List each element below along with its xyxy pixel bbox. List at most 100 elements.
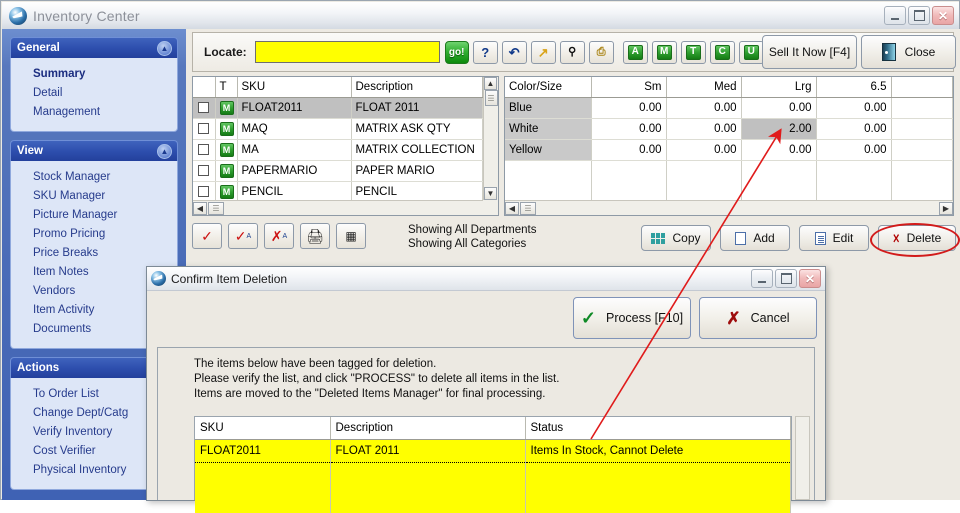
edit-button[interactable]: Edit	[799, 225, 869, 251]
matrix-cell[interactable]	[891, 98, 953, 119]
matrix-cell[interactable]	[891, 119, 953, 140]
copy-button[interactable]: Copy	[641, 225, 711, 251]
delete-button[interactable]: ☓ Delete	[878, 225, 956, 251]
matrix-col-sm[interactable]: Sm	[591, 77, 666, 98]
table-row[interactable]: M MAQ MATRIX ASK QTY	[193, 119, 483, 140]
item-grid-col-check[interactable]	[193, 77, 215, 98]
uncheck-all-a-icon[interactable]: ✗A	[264, 223, 294, 249]
binoculars-icon[interactable]: ⚲	[560, 41, 585, 64]
row-checkbox[interactable]	[198, 186, 209, 197]
matrix-col-lrg[interactable]: Lrg	[741, 77, 816, 98]
sidebar-item-management[interactable]: Management	[11, 103, 177, 122]
sidebar-item-price-breaks[interactable]: Price Breaks	[11, 244, 177, 263]
row-checkbox[interactable]	[198, 123, 209, 134]
table-row[interactable]: White 0.00 0.00 2.00 0.00	[505, 119, 953, 140]
matrix-cell[interactable]: 0.00	[591, 98, 666, 119]
row-checkbox[interactable]	[198, 102, 209, 113]
deletion-col-description[interactable]: Description	[330, 417, 525, 440]
matrix-cell[interactable]: 0.00	[666, 119, 741, 140]
deletion-col-sku[interactable]: SKU	[195, 417, 330, 440]
item-grid-vertical-scrollbar[interactable]: ▲ ☰ ▼	[483, 77, 498, 200]
table-row[interactable]: M PENCIL PENCIL	[193, 182, 483, 201]
dialog-close-button[interactable]: ✕	[799, 269, 821, 288]
deletion-col-status[interactable]: Status	[525, 417, 791, 440]
scroll-up-icon[interactable]: ▲	[484, 77, 497, 90]
flag-u-button[interactable]: U	[739, 41, 764, 64]
matrix-cell[interactable]: 0.00	[591, 140, 666, 161]
table-row[interactable]: M PAPERMARIO PAPER MARIO	[193, 161, 483, 182]
chevron-up-icon[interactable]: ▲	[157, 41, 172, 56]
sidebar-item-summary[interactable]: Summary	[11, 65, 177, 84]
deletion-list-scrollbar[interactable]	[795, 416, 810, 500]
sidebar-item-picture-manager[interactable]: Picture Manager	[11, 206, 177, 225]
matrix-cell[interactable]: 0.00	[666, 98, 741, 119]
matrix-cell-selected[interactable]: 2.00	[741, 119, 816, 140]
item-grid[interactable]: T SKU Description M FLOAT2011 FLOAT 2011	[192, 76, 499, 216]
cancel-button[interactable]: ✗ Cancel	[699, 297, 817, 339]
matrix-cell[interactable]: 0.00	[591, 119, 666, 140]
table-row[interactable]: Blue 0.00 0.00 0.00 0.00	[505, 98, 953, 119]
chevron-up-icon[interactable]: ▲	[157, 144, 172, 159]
locate-input[interactable]	[255, 41, 440, 63]
matrix-grid-horizontal-scrollbar[interactable]: ◀ ☰ ▶	[505, 200, 953, 215]
scroll-thumb[interactable]: ☰	[208, 202, 224, 215]
window-close-button[interactable]: ✕	[932, 6, 954, 25]
matrix-cell[interactable]: 0.00	[741, 140, 816, 161]
dialog-maximize-button[interactable]	[775, 269, 797, 288]
flag-m-button[interactable]: M	[652, 41, 677, 64]
flag-c-button[interactable]: C	[710, 41, 735, 64]
matrix-cell[interactable]: 0.00	[741, 98, 816, 119]
go-button[interactable]: go!	[445, 41, 469, 64]
jump-arrow-icon[interactable]: ↗	[531, 41, 556, 64]
deletion-list-table[interactable]: SKU Description Status FLOAT2011 FLOAT 2…	[194, 416, 792, 500]
item-grid-header-row: T SKU Description	[193, 77, 483, 98]
scroll-left-icon[interactable]: ◀	[505, 202, 519, 215]
sell-it-now-button[interactable]: Sell It Now [F4]	[762, 35, 857, 69]
dialog-minimize-button[interactable]	[751, 269, 773, 288]
window-maximize-button[interactable]	[908, 6, 930, 25]
scroll-thumb[interactable]: ☰	[520, 202, 536, 215]
check-all-icon[interactable]: ✓	[192, 223, 222, 249]
sidebar-item-stock-manager[interactable]: Stock Manager	[11, 168, 177, 187]
scroll-down-icon[interactable]: ▼	[484, 187, 497, 200]
item-grid-col-description[interactable]: Description	[351, 77, 483, 98]
table-row[interactable]: Yellow 0.00 0.00 0.00 0.00	[505, 140, 953, 161]
flag-a-button[interactable]: A	[623, 41, 648, 64]
matrix-col-med[interactable]: Med	[666, 77, 741, 98]
sidebar-item-detail[interactable]: Detail	[11, 84, 177, 103]
flag-t-button[interactable]: T	[681, 41, 706, 64]
table-row[interactable]: FLOAT2011 FLOAT 2011 Items In Stock, Can…	[195, 440, 791, 463]
table-row[interactable]: M MA MATRIX COLLECTION	[193, 140, 483, 161]
matrix-cell[interactable]: 0.00	[816, 140, 891, 161]
sidebar-item-sku-manager[interactable]: SKU Manager	[11, 187, 177, 206]
scroll-left-icon[interactable]: ◀	[193, 202, 207, 215]
row-checkbox[interactable]	[198, 144, 209, 155]
process-button[interactable]: ✓ Process [F10]	[573, 297, 691, 339]
scroll-thumb[interactable]: ☰	[485, 90, 498, 106]
matrix-cell[interactable]	[891, 140, 953, 161]
item-grid-col-sku[interactable]: SKU	[237, 77, 351, 98]
matrix-cell[interactable]: 0.00	[816, 119, 891, 140]
preview-icon[interactable]: ⎙	[589, 41, 614, 64]
matrix-grid[interactable]: Color/Size Sm Med Lrg 6.5 Blue 0.00 0.0	[504, 76, 954, 216]
add-button[interactable]: Add	[720, 225, 790, 251]
close-button[interactable]: Close	[861, 35, 956, 69]
matrix-col-65[interactable]: 6.5	[816, 77, 891, 98]
matrix-cell[interactable]: 0.00	[666, 140, 741, 161]
sidebar-group-header-view[interactable]: View ▲	[10, 140, 178, 161]
check-all-a-icon[interactable]: ✓A	[228, 223, 258, 249]
window-minimize-button[interactable]	[884, 6, 906, 25]
table-row[interactable]: M FLOAT2011 FLOAT 2011	[193, 98, 483, 119]
matrix-col-colorsize[interactable]: Color/Size	[505, 77, 591, 98]
matrix-cell[interactable]: 0.00	[816, 98, 891, 119]
refresh-icon[interactable]: ↶	[502, 41, 527, 64]
sidebar-group-header-general[interactable]: General ▲	[10, 37, 178, 58]
scroll-right-icon[interactable]: ▶	[939, 202, 953, 215]
sidebar-item-promo-pricing[interactable]: Promo Pricing	[11, 225, 177, 244]
help-icon[interactable]: ?	[473, 41, 498, 64]
print-icon[interactable]: 🖨	[300, 223, 330, 249]
row-checkbox[interactable]	[198, 165, 209, 176]
item-grid-horizontal-scrollbar[interactable]: ◀ ☰ ▶	[193, 200, 498, 215]
item-grid-col-type[interactable]: T	[215, 77, 237, 98]
list-icon[interactable]: ▦	[336, 223, 366, 249]
